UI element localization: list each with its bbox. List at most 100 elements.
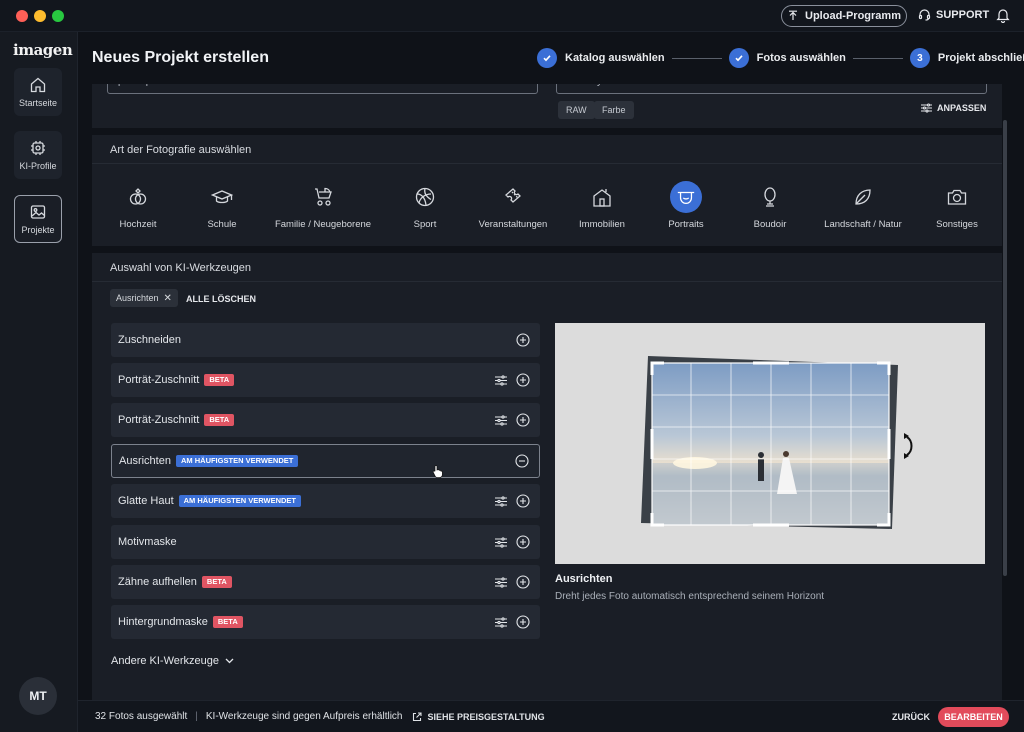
tool-row-motivmaske[interactable]: Motivmaske — [111, 525, 540, 559]
category-label: Hochzeit — [119, 219, 157, 230]
chip-icon — [31, 141, 45, 155]
category-label: Familie / Neugeborene — [274, 219, 372, 230]
minimize-window-button[interactable] — [34, 10, 46, 22]
close-window-button[interactable] — [16, 10, 28, 22]
tool-row-hintergrundmaske[interactable]: Hintergrundmaske BETA — [111, 605, 540, 639]
project-name-field[interactable]: profil-tp-tutorial 20011 — [107, 84, 538, 94]
ai-profile-field[interactable]: ONE by Markus Thoma — [556, 84, 987, 94]
house-icon — [593, 189, 611, 207]
category-familie[interactable]: Familie / Neugeborene — [273, 181, 373, 230]
category-veranstaltungen[interactable]: Veranstaltungen — [463, 181, 563, 230]
main-content: profil-tp-tutorial 20011 ONE by Markus T… — [92, 84, 1002, 700]
headset-icon — [918, 9, 931, 21]
external-link-icon — [413, 711, 423, 721]
support-link[interactable]: SUPPORT — [918, 8, 989, 21]
selected-tool-chip[interactable]: Ausrichten ✕ — [110, 289, 178, 307]
category-schule[interactable]: Schule — [172, 181, 272, 230]
stroller-icon — [315, 187, 332, 206]
category-label: Boudoir — [753, 219, 787, 230]
add-circle-icon[interactable] — [516, 615, 530, 629]
tool-row-glatte-haut[interactable]: Glatte Haut AM HÄUFIGSTEN VERWENDET — [111, 484, 540, 518]
remove-circle-icon[interactable] — [515, 454, 529, 468]
content-scrollbar[interactable] — [1003, 120, 1007, 576]
popular-badge: AM HÄUFIGSTEN VERWENDET — [175, 455, 299, 467]
support-label: SUPPORT — [936, 8, 990, 21]
pricing-link[interactable]: SIEHE PREISGESTALTUNG — [412, 711, 545, 722]
zoom-window-button[interactable] — [52, 10, 64, 22]
beta-badge: BETA — [204, 374, 235, 386]
bell-icon[interactable] — [996, 7, 1010, 23]
check-icon — [543, 55, 551, 62]
leaf-icon — [855, 189, 871, 205]
tool-row-ausrichten[interactable]: Ausrichten AM HÄUFIGSTEN VERWENDET — [111, 444, 540, 478]
tool-row-portrait-crop[interactable]: Porträt-Zuschnitt BETA — [111, 403, 540, 437]
sliders-icon[interactable] — [495, 536, 507, 548]
add-circle-icon[interactable] — [516, 333, 530, 347]
tool-row-zaehne-aufhellen[interactable]: Zähne aufhellen BETA — [111, 565, 540, 599]
category-sonstiges[interactable]: Sonstiges — [907, 181, 1002, 230]
tool-label: Hintergrundmaske — [118, 616, 208, 628]
sidebar-item-projekte[interactable]: Projekte — [14, 195, 62, 243]
step-number: 3 — [909, 48, 930, 68]
more-tools-label: Andere KI-Werkzeuge — [111, 655, 220, 667]
tool-label: Zuschneiden — [118, 334, 181, 346]
rings-icon — [129, 188, 147, 205]
more-tools-toggle[interactable]: Andere KI-Werkzeuge — [111, 655, 234, 667]
sliders-icon — [921, 103, 932, 113]
category-landschaft[interactable]: Landschaft / Natur — [813, 181, 913, 230]
tool-row-zuschneiden[interactable]: Zuschneiden — [111, 323, 540, 357]
avatar[interactable]: MT — [19, 677, 57, 715]
category-boudoir[interactable]: Boudoir — [720, 181, 820, 230]
tool-label: Glatte Haut — [118, 495, 174, 507]
add-circle-icon[interactable] — [516, 575, 530, 589]
add-circle-icon[interactable] — [516, 494, 530, 508]
adjust-label: ANPASSEN — [937, 103, 987, 113]
step-label: Projekt abschließen — [937, 52, 1024, 64]
tool-row-portrait-crop[interactable]: Porträt-Zuschnitt BETA — [111, 363, 540, 397]
sliders-icon[interactable] — [495, 495, 507, 507]
category-sport[interactable]: Sport — [375, 181, 475, 230]
sliders-icon[interactable] — [495, 576, 507, 588]
sliders-icon[interactable] — [495, 616, 507, 628]
close-icon[interactable]: ✕ — [164, 293, 172, 304]
adjust-button[interactable]: ANPASSEN — [921, 103, 986, 113]
sidebar-item-startseite[interactable]: Startseite — [14, 68, 62, 116]
sidebar-item-label: Startseite — [18, 98, 58, 108]
popular-badge: AM HÄUFIGSTEN VERWENDET — [178, 495, 302, 507]
step-done-indicator — [728, 48, 749, 68]
panel-title: Auswahl von KI-Werkzeugen — [110, 262, 252, 274]
beta-badge: BETA — [204, 414, 235, 426]
sidebar-item-label: KI-Profile — [19, 161, 57, 171]
add-circle-icon[interactable] — [516, 373, 530, 387]
bottom-bar: 32 Fotos ausgewählt | KI-Werkzeuge sind … — [78, 700, 1024, 732]
clear-all-button[interactable]: ALLE LÖSCHEN — [186, 294, 256, 304]
category-label: Schule — [207, 219, 237, 230]
photography-type-panel: Art der Fotografie auswählen Hochzeit Sc… — [92, 135, 1002, 246]
add-circle-icon[interactable] — [516, 535, 530, 549]
tool-label: Ausrichten — [119, 455, 171, 467]
category-label: Veranstaltungen — [478, 219, 548, 230]
divider — [92, 163, 1002, 164]
preview-title: Ausrichten — [555, 573, 613, 585]
category-label: Portraits — [668, 219, 704, 230]
app-logo: imagen — [13, 41, 73, 59]
pricing-note: KI-Werkzeuge sind gegen Aufpreis erhältl… — [205, 711, 403, 722]
project-info-panel: profil-tp-tutorial 20011 ONE by Markus T… — [92, 84, 1002, 128]
sidebar: imagen Startseite KI-Profile Projekte MT — [0, 32, 78, 732]
tool-preview-image — [555, 323, 985, 564]
sliders-icon[interactable] — [495, 414, 507, 426]
upload-program-button[interactable]: Upload-Programm — [781, 5, 907, 27]
edit-button[interactable]: BEARBEITEN — [938, 707, 1009, 727]
category-label: Sonstiges — [936, 219, 978, 230]
category-label: Sport — [413, 219, 437, 230]
selected-photos-count: 32 Fotos ausgewählt — [95, 711, 188, 722]
add-circle-icon[interactable] — [516, 413, 530, 427]
back-button[interactable]: ZURÜCK — [892, 712, 930, 722]
sliders-icon[interactable] — [495, 374, 507, 386]
portrait-icon — [677, 191, 695, 204]
preview-description: Dreht jedes Foto automatisch entsprechen… — [555, 591, 825, 602]
sidebar-item-ki-profile[interactable]: KI-Profile — [14, 131, 62, 179]
home-icon — [30, 77, 46, 93]
page-title: Neues Projekt erstellen — [92, 49, 269, 66]
title-bar: Upload-Programm SUPPORT — [0, 0, 1024, 32]
